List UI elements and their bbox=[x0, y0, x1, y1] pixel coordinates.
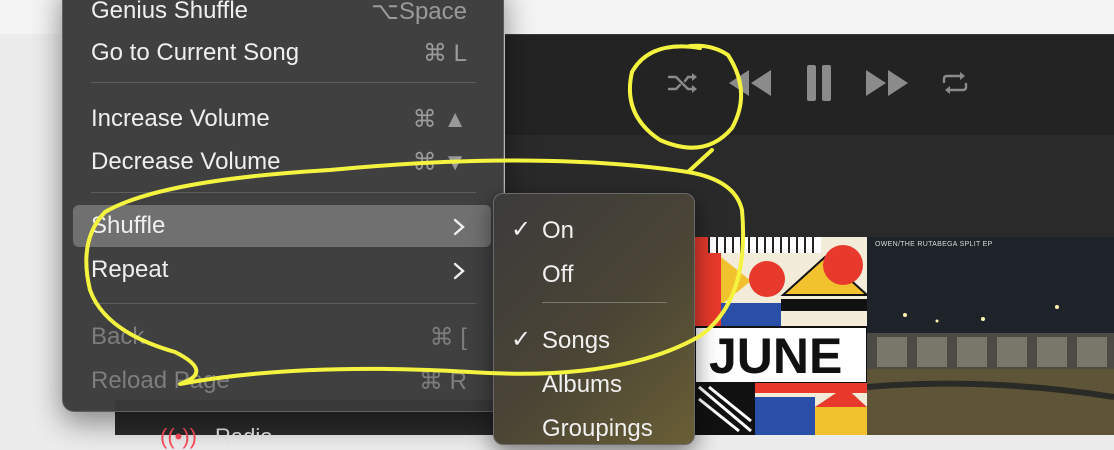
menu-item-label: Back bbox=[91, 323, 145, 350]
menu-shortcut: ⌘ [ bbox=[429, 324, 467, 351]
chevron-right-icon bbox=[453, 218, 465, 236]
menu-divider bbox=[91, 192, 476, 193]
radio-icon: ((•)) bbox=[160, 424, 198, 449]
menu-item-label: Go to Current Song bbox=[91, 39, 300, 66]
checkmark-icon: ✓ bbox=[511, 216, 532, 243]
menu-item-back: Back ⌘ [ bbox=[73, 316, 491, 358]
submenu-item-on[interactable]: ✓ On bbox=[494, 210, 694, 250]
submenu-item-label: Groupings bbox=[542, 415, 653, 442]
submenu-item-label: Off bbox=[542, 261, 574, 288]
menu-item-label: Increase Volume bbox=[91, 105, 270, 132]
sidebar-item-label: Radio bbox=[215, 424, 273, 449]
pause-icon bbox=[807, 65, 831, 101]
sidebar-item-radio[interactable]: ((•)) Radio bbox=[160, 424, 273, 450]
previous-button[interactable] bbox=[723, 58, 775, 108]
menu-divider bbox=[91, 82, 476, 83]
checkmark-icon: ✓ bbox=[511, 326, 532, 353]
menu-item-label: Decrease Volume bbox=[91, 148, 281, 175]
repeat-button[interactable] bbox=[937, 58, 973, 108]
menu-item-shuffle[interactable]: Shuffle bbox=[73, 205, 491, 247]
album-art-split-ep[interactable]: OWEN/THE RUTABEGA SPLIT EP bbox=[867, 237, 1114, 435]
menu-item-label: Shuffle bbox=[91, 212, 166, 239]
previous-icon bbox=[729, 70, 771, 96]
menu-shortcut: ⌘ R bbox=[419, 368, 467, 395]
submenu-item-songs[interactable]: ✓ Songs bbox=[494, 320, 694, 360]
shuffle-icon bbox=[667, 73, 697, 93]
album-art-text: JUNE bbox=[709, 328, 842, 384]
shuffle-button[interactable] bbox=[663, 58, 703, 108]
next-icon bbox=[866, 70, 908, 96]
menu-item-label: Repeat bbox=[91, 256, 169, 283]
submenu-item-label: Songs bbox=[542, 327, 611, 354]
submenu-divider bbox=[542, 302, 667, 303]
menu-shortcut: ⌘ ▲ bbox=[412, 106, 467, 133]
repeat-icon bbox=[942, 72, 968, 94]
menu-item-decrease-volume[interactable]: Decrease Volume ⌘ ▼ bbox=[73, 141, 491, 183]
menu-divider bbox=[91, 303, 476, 304]
menu-item-genius-shuffle[interactable]: Genius Shuffle ⌥Space bbox=[73, 0, 491, 32]
shuffle-submenu: ✓ On Off ✓ Songs Albums Groupings bbox=[493, 193, 695, 445]
menu-shortcut: ⌘ ▼ bbox=[412, 149, 467, 176]
menu-item-go-to-current-song[interactable]: Go to Current Song ⌘ L bbox=[73, 32, 491, 74]
submenu-item-label: On bbox=[542, 217, 575, 244]
chevron-right-icon bbox=[453, 262, 465, 280]
album-art-june[interactable]: JUNE bbox=[695, 237, 867, 435]
next-button[interactable] bbox=[862, 58, 914, 108]
menu-item-label: Genius Shuffle bbox=[91, 0, 248, 24]
pause-button[interactable] bbox=[799, 58, 839, 108]
menu-item-label: Reload Page bbox=[91, 367, 230, 394]
menu-item-increase-volume[interactable]: Increase Volume ⌘ ▲ bbox=[73, 98, 491, 140]
album-title: OWEN/THE RUTABEGA SPLIT EP bbox=[875, 241, 993, 248]
controls-menu: Genius Shuffle ⌥Space Go to Current Song… bbox=[62, 0, 504, 412]
submenu-item-off[interactable]: Off bbox=[494, 254, 694, 294]
submenu-item-label: Albums bbox=[542, 371, 623, 398]
submenu-item-albums[interactable]: Albums bbox=[494, 364, 694, 404]
submenu-item-groupings[interactable]: Groupings bbox=[494, 408, 694, 444]
menu-shortcut: ⌘ L bbox=[422, 40, 467, 67]
menu-item-repeat[interactable]: Repeat bbox=[73, 249, 491, 291]
menu-shortcut: ⌥Space bbox=[371, 0, 467, 25]
menu-item-reload-page: Reload Page ⌘ R bbox=[73, 360, 491, 402]
